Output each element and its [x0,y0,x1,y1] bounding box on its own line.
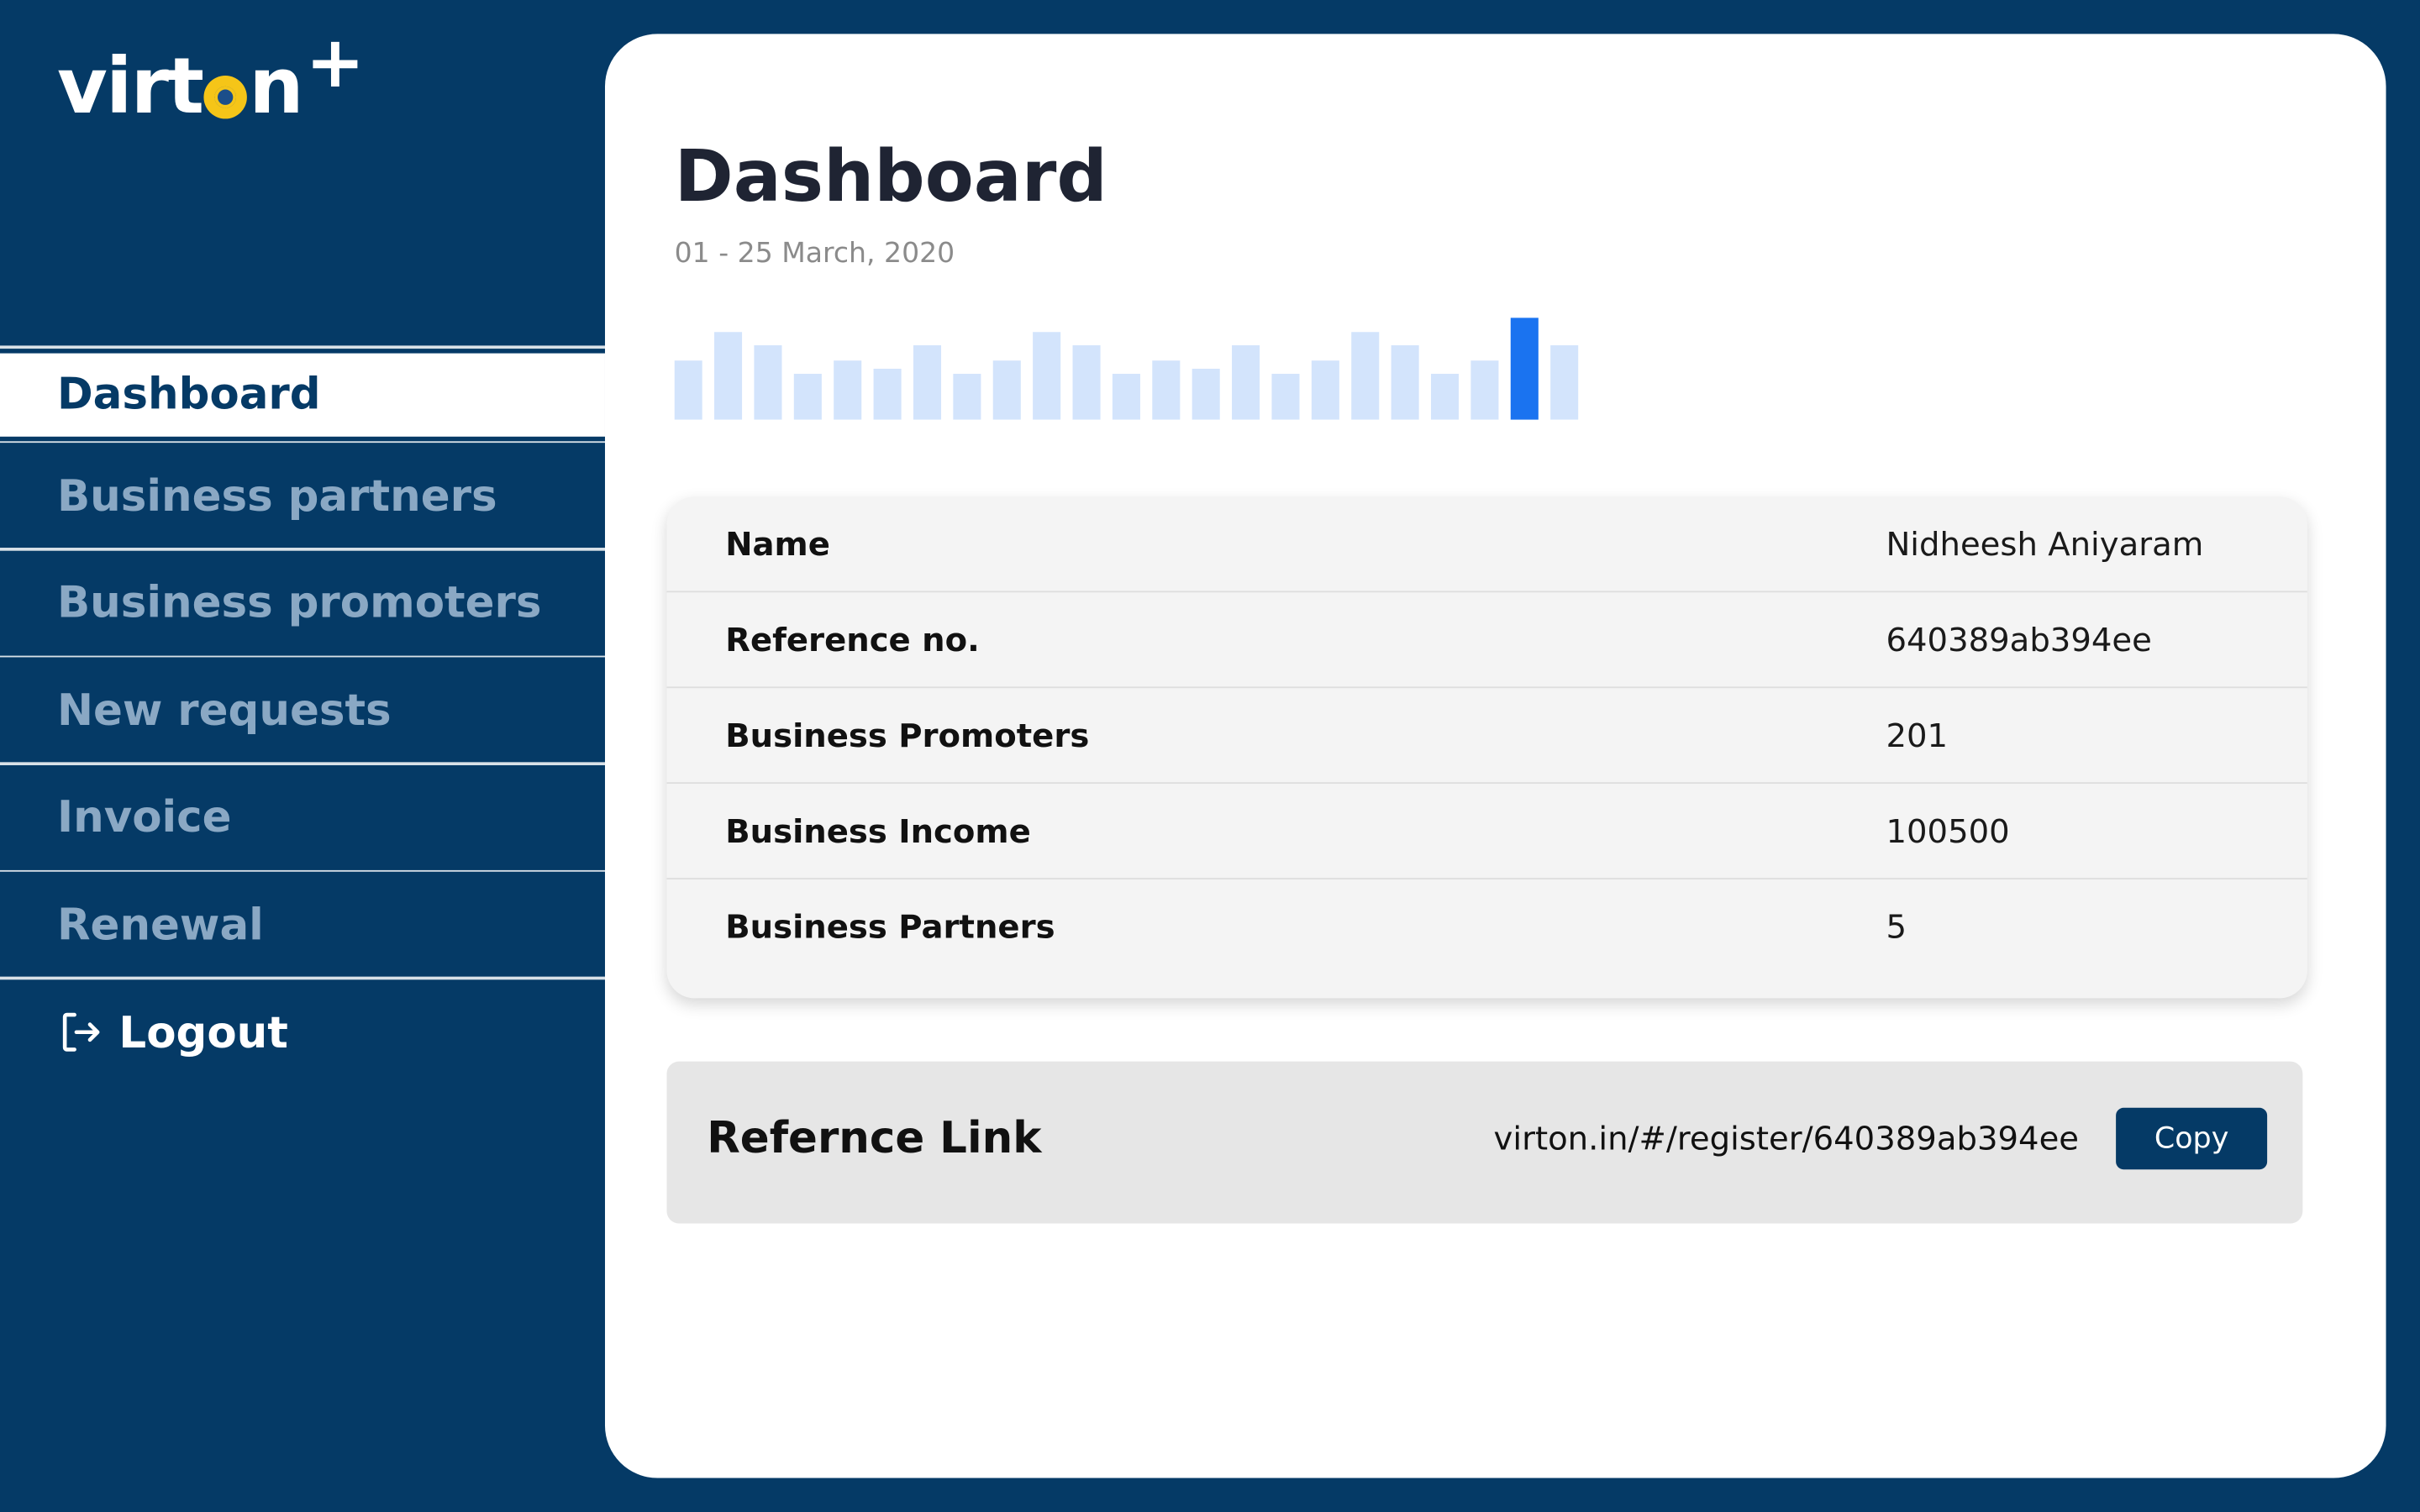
sidebar-item-label: Business partners [56,470,497,521]
nav-divider [0,345,605,349]
reference-link-panel: Refernce Link virton.in/#/register/64038… [666,1061,2303,1224]
activity-bar [1470,360,1499,420]
sidebar-nav: Dashboard Business partners Business pro… [0,345,605,979]
profile-summary-card: Name Nidheesh Aniyaram Reference no. 640… [666,496,2307,999]
info-label: Reference no. [725,621,980,659]
logo-plus: + [305,19,365,104]
info-label: Business Promoters [725,717,1090,754]
info-row-business-income: Business Income 100500 [666,784,2307,879]
activity-bar [913,345,942,420]
page-title: Dashboard [674,134,1107,218]
logout-label: Logout [118,1006,288,1058]
sidebar: virt n + Dashboard Business partners Bus… [0,0,605,1512]
activity-bar [834,360,862,420]
nav-divider [0,654,605,658]
activity-bar [754,345,782,420]
nav-divider [0,976,605,979]
activity-bar [793,374,822,420]
sidebar-item-label: Business promoters [56,576,542,628]
info-label: Business Income [725,812,1031,850]
activity-bar [674,360,702,420]
activity-bar [992,360,1021,420]
sidebar-item-invoice[interactable]: Invoice [0,764,605,869]
activity-bar [1112,374,1140,420]
logout-button[interactable]: Logout [57,1001,288,1063]
reference-link-title: Refernce Link [707,1112,1042,1163]
activity-bar [1232,345,1260,420]
info-value: 5 [1886,908,1907,946]
sidebar-item-business-partners[interactable]: Business partners [0,443,605,548]
activity-bar [714,332,743,420]
activity-bar [953,374,981,420]
activity-bar [1391,345,1419,420]
logo-text-end: n [249,41,303,132]
info-row-reference-no: Reference no. 640389ab394ee [666,592,2307,689]
sidebar-item-label: Invoice [56,791,232,843]
sidebar-item-label: New requests [56,684,392,736]
info-label: Name [725,525,830,563]
info-value: 201 [1886,717,1949,754]
activity-bar-chart [674,318,1579,420]
nav-divider [0,762,605,765]
info-value: 100500 [1886,812,2010,850]
globe-icon [203,75,248,119]
activity-bar [1351,332,1380,420]
sidebar-item-new-requests[interactable]: New requests [0,657,605,762]
info-row-business-partners: Business Partners 5 [666,879,2307,975]
info-row-name: Name Nidheesh Aniyaram [666,496,2307,593]
sidebar-item-label: Renewal [56,898,264,950]
activity-bar [1072,345,1101,420]
activity-bar [1192,368,1220,420]
app-window: virt n + Dashboard Business partners Bus… [0,0,2420,1512]
activity-bar [1152,360,1181,420]
virton-logo[interactable]: virt n + [56,20,365,133]
reference-link-url[interactable]: virton.in/#/register/640389ab394ee [1494,1120,2079,1157]
nav-divider [0,869,605,872]
nav-divider [0,548,605,550]
info-value: 640389ab394ee [1886,621,2152,659]
main-panel: Dashboard 01 - 25 March, 2020 Name Nidhe… [604,34,2386,1478]
activity-bar [1550,345,1579,420]
sidebar-item-business-promoters[interactable]: Business promoters [0,550,605,655]
activity-bar [1271,374,1300,420]
date-range: 01 - 25 March, 2020 [674,237,955,270]
activity-bar [873,368,902,420]
sidebar-item-label: Dashboard [56,368,321,420]
info-label: Business Partners [725,908,1055,946]
info-value: Nidheesh Aniyaram [1886,525,2204,563]
nav-divider [0,440,605,444]
logout-icon [62,1012,100,1052]
logo-text-start: virt [56,41,204,132]
sidebar-item-dashboard[interactable]: Dashboard [0,352,605,436]
activity-bar [1311,360,1339,420]
sidebar-item-renewal[interactable]: Renewal [0,872,605,977]
activity-bar-highlighted [1510,318,1539,420]
copy-button[interactable]: Copy [2116,1107,2268,1170]
activity-bar [1033,332,1061,420]
activity-bar [1430,374,1460,420]
info-row-business-promoters: Business Promoters 201 [666,688,2307,785]
